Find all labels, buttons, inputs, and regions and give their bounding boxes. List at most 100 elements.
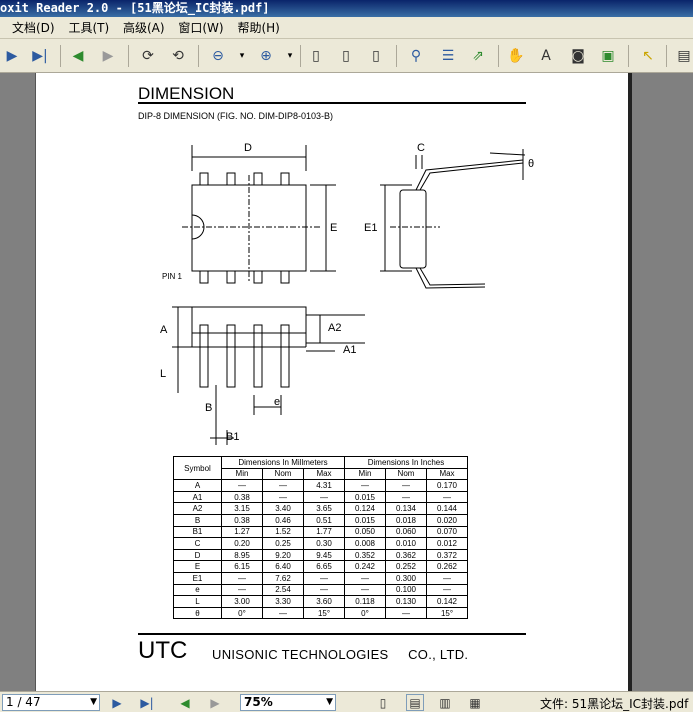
symbol-cell: A <box>173 479 222 492</box>
value-cell: 7.62 <box>262 571 304 585</box>
zoom-field[interactable]: 75% ▼ <box>240 694 336 711</box>
menu-document[interactable]: 文档(D) <box>0 17 60 39</box>
value-cell: 0.060 <box>385 525 427 539</box>
back-icon[interactable]: ◀ <box>66 44 90 68</box>
menu-help[interactable]: 帮助(H) <box>232 17 284 39</box>
symbol-header: Symbol <box>173 455 222 481</box>
notes-icon[interactable]: ▤ <box>672 44 693 68</box>
company-name: UNISONIC TECHNOLOGIES CO., LTD. <box>212 647 469 662</box>
value-cell: — <box>385 606 427 620</box>
symbol-cell: B <box>173 513 222 527</box>
symbol-cell: C <box>173 537 222 550</box>
find-icon[interactable]: ⚲ <box>404 44 428 68</box>
table-row: θ 0° —15° 0° —15° <box>173 606 468 620</box>
value-cell: 0.362 <box>385 548 427 562</box>
actual-size-icon[interactable]: ▯ <box>304 44 328 68</box>
value-cell: — <box>221 583 263 597</box>
value-cell: 0.20 <box>221 537 263 550</box>
label-A1: A1 <box>343 344 356 356</box>
value-cell: — <box>385 490 427 504</box>
value-cell: 0.38 <box>221 490 263 504</box>
continuous-facing-icon[interactable]: ▦ <box>466 694 484 711</box>
value-cell: — <box>426 583 468 597</box>
zoom-out-icon[interactable]: ⊖ <box>206 44 230 68</box>
symbol-cell: E <box>173 560 222 573</box>
label-D: D <box>244 142 252 154</box>
value-cell: 0.51 <box>303 513 345 527</box>
value-cell: 0.070 <box>426 525 468 539</box>
heading-rule <box>138 102 526 104</box>
value-cell: 9.45 <box>303 548 345 562</box>
value-cell: 0.30 <box>303 537 345 550</box>
fit-page-icon[interactable]: ▯ <box>334 44 358 68</box>
export-icon[interactable]: ⇗ <box>466 44 490 68</box>
value-cell: — <box>344 571 386 585</box>
hand-tool-icon[interactable]: ✋ <box>504 44 528 68</box>
mm-header: Dimensions In Millmeters <box>221 456 345 469</box>
value-cell: 0.38 <box>221 513 263 527</box>
last-page-icon[interactable]: ▶| <box>28 44 52 68</box>
menu-window[interactable]: 窗口(W) <box>173 17 228 39</box>
status-forward-icon[interactable]: ▶ <box>206 694 224 711</box>
file-name: 文件: 51黑论坛_IC封装.pdf <box>540 697 689 711</box>
status-back-icon[interactable]: ◀ <box>176 694 194 711</box>
next-page-icon[interactable]: ▶ <box>0 44 24 68</box>
zoom-dropdown-icon[interactable]: ▼ <box>326 695 333 710</box>
table-row: A — —4.31— —0.170 <box>173 479 468 492</box>
value-cell: 0.020 <box>426 513 468 527</box>
page-shadow <box>628 73 632 691</box>
text-select-icon[interactable]: A <box>534 44 558 68</box>
value-cell: — <box>303 583 345 597</box>
snapshot-icon[interactable]: ◙ <box>566 44 590 68</box>
value-cell: 3.40 <box>262 502 304 515</box>
page-number-value: 1 / 47 <box>6 695 41 709</box>
value-cell: 0.015 <box>344 490 386 504</box>
value-cell: 0.134 <box>385 502 427 515</box>
value-cell: — <box>262 606 304 620</box>
label-B: B <box>205 402 212 414</box>
value-cell: 0.010 <box>385 537 427 550</box>
value-cell: 0.008 <box>344 537 386 550</box>
menu-advanced[interactable]: 高级(A) <box>118 17 170 39</box>
label-B1: B1 <box>226 431 239 443</box>
fit-width-icon[interactable]: ▯ <box>364 44 388 68</box>
image-select-icon[interactable]: ▣ <box>596 44 620 68</box>
table-row: E1—7.62— —0.300— <box>173 571 468 585</box>
label-A: A <box>160 324 168 336</box>
select-cursor-icon[interactable]: ↖ <box>636 44 660 68</box>
page-dropdown-icon[interactable]: ▼ <box>90 695 97 710</box>
dip8-dimension-diagram: D C θ E E1 PIN 1 A A2 A1 L B e B1 <box>160 142 534 445</box>
page-number-field[interactable]: 1 / 47 ▼ <box>2 694 100 711</box>
status-next-page-icon[interactable]: ▶ <box>108 694 126 711</box>
zoom-in-icon[interactable]: ⊕ <box>254 44 278 68</box>
value-cell: 0.252 <box>385 560 427 573</box>
status-last-page-icon[interactable]: ▶| <box>138 694 156 711</box>
menu-tools[interactable]: 工具(T) <box>63 17 114 39</box>
zoom-in-dropdown-icon[interactable]: ▾ <box>278 44 302 68</box>
continuous-icon[interactable]: ▤ <box>406 694 424 711</box>
forward-icon[interactable]: ▶ <box>96 44 120 68</box>
zoom-out-dropdown-icon[interactable]: ▾ <box>230 44 254 68</box>
value-cell: 6.15 <box>221 560 263 573</box>
value-cell: 9.20 <box>262 548 304 562</box>
label-pin1: PIN 1 <box>162 272 183 281</box>
table-row: B1 1.27 1.52 1.77 0.050 0.060 0.070 <box>173 525 468 539</box>
label-L: L <box>160 368 166 380</box>
single-page-icon[interactable]: ▯ <box>374 694 392 711</box>
value-cell: — <box>262 490 304 504</box>
value-cell: 3.00 <box>221 595 263 608</box>
value-cell: 0.100 <box>385 583 427 597</box>
facing-icon[interactable]: ▥ <box>436 694 454 711</box>
status-bar: 1 / 47 ▼ ▶ ▶| ◀ ▶ 75% ▼ ▯ ▤ ▥ ▦ 文件: 51黑论… <box>0 691 693 712</box>
label-E: E <box>330 222 337 234</box>
sub-header: Nom <box>385 467 427 481</box>
bookmarks-icon[interactable]: ☰ <box>436 44 460 68</box>
rotate-ccw-icon[interactable]: ⟲ <box>166 44 190 68</box>
value-cell: 0.050 <box>344 525 386 539</box>
value-cell: 3.60 <box>303 595 345 608</box>
rotate-cw-icon[interactable]: ⟳ <box>136 44 160 68</box>
symbol-cell: A2 <box>173 502 222 515</box>
sub-header: Max <box>303 467 345 481</box>
value-cell: — <box>221 571 263 585</box>
page-heading: DIMENSION <box>138 84 235 103</box>
